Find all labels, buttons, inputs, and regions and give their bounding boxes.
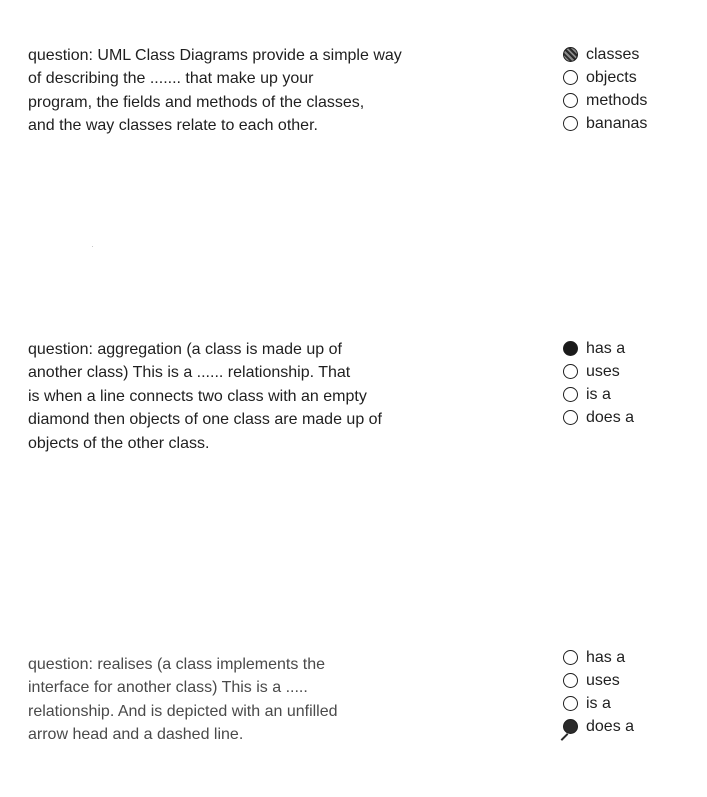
answer-options-2: has a uses is a does a xyxy=(563,337,634,429)
option-uses[interactable]: uses xyxy=(563,669,634,692)
radio-empty-icon[interactable] xyxy=(563,387,578,402)
option-label: uses xyxy=(586,671,620,689)
option-label: classes xyxy=(586,45,640,63)
option-label: does a xyxy=(586,717,635,735)
question-text-2: question: aggregation (a class is made u… xyxy=(28,341,382,452)
radio-empty-icon[interactable] xyxy=(563,696,578,711)
radio-empty-icon[interactable] xyxy=(563,93,578,108)
question-text-1: question: UML Class Diagrams provide a s… xyxy=(28,47,402,135)
radio-empty-icon[interactable] xyxy=(563,70,578,85)
option-has-a[interactable]: has a xyxy=(563,337,634,360)
option-label: does a xyxy=(586,408,635,426)
option-label: is a xyxy=(586,385,611,403)
option-has-a[interactable]: has a xyxy=(563,646,634,669)
option-is-a[interactable]: is a xyxy=(563,692,634,715)
option-does-a[interactable]: does a xyxy=(563,715,634,738)
radio-empty-icon[interactable] xyxy=(563,410,578,425)
radio-empty-icon[interactable] xyxy=(563,116,578,131)
radio-selected-icon[interactable] xyxy=(563,341,578,356)
option-classes[interactable]: classes xyxy=(563,43,647,66)
question-text-3: question: realises (a class implements t… xyxy=(28,656,338,744)
option-uses[interactable]: uses xyxy=(563,360,634,383)
option-label: bananas xyxy=(586,114,648,132)
option-objects[interactable]: objects xyxy=(563,66,647,89)
option-methods[interactable]: methods xyxy=(563,89,647,112)
option-label: has a xyxy=(586,648,626,666)
option-bananas[interactable]: bananas xyxy=(563,112,647,135)
radio-empty-icon[interactable] xyxy=(563,364,578,379)
option-label: uses xyxy=(586,362,620,380)
option-label: objects xyxy=(586,68,637,86)
answer-options-3: has a uses is a does a xyxy=(563,646,634,738)
option-is-a[interactable]: is a xyxy=(563,383,634,406)
scan-speck xyxy=(92,246,93,247)
answer-options-1: classes objects methods bananas xyxy=(563,43,647,135)
option-label: has a xyxy=(586,339,626,357)
option-label: methods xyxy=(586,91,648,109)
radio-empty-icon[interactable] xyxy=(563,650,578,665)
radio-selected-icon[interactable] xyxy=(563,47,578,62)
radio-selected-icon[interactable] xyxy=(563,719,578,734)
option-does-a[interactable]: does a xyxy=(563,406,634,429)
radio-empty-icon[interactable] xyxy=(563,673,578,688)
option-label: is a xyxy=(586,694,611,712)
